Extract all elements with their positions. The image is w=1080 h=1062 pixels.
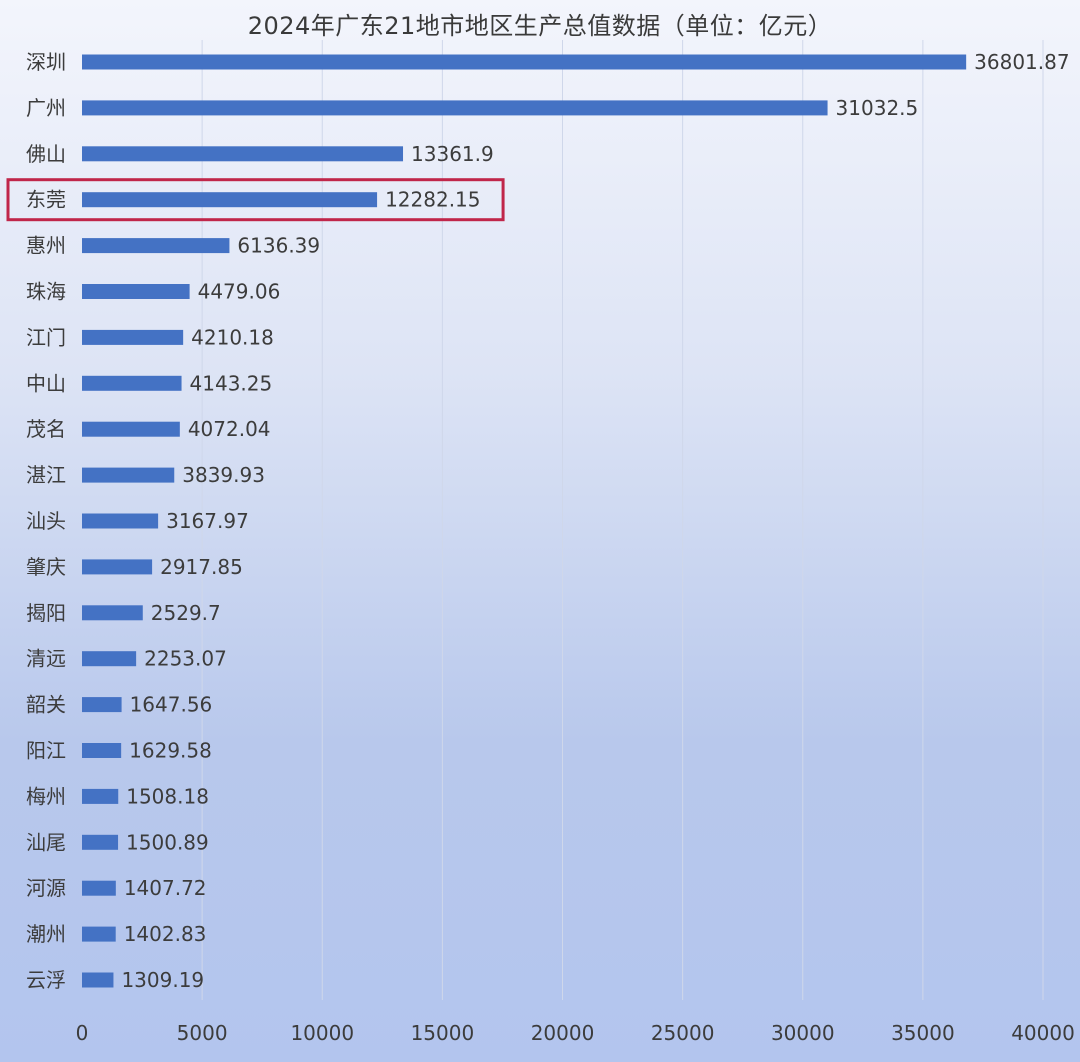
- bar: [82, 743, 122, 758]
- bar: [82, 651, 137, 667]
- category-label: 湛江: [26, 463, 66, 487]
- value-label: 1629.58: [129, 739, 212, 763]
- category-label: 潮州: [26, 922, 66, 946]
- x-tick-label: 25000: [651, 1021, 715, 1045]
- bar: [82, 972, 114, 988]
- value-label: 1407.72: [124, 876, 207, 900]
- x-tick-label: 35000: [891, 1021, 955, 1045]
- category-label: 广州: [26, 96, 66, 120]
- bar: [82, 146, 404, 162]
- bar: [82, 375, 182, 391]
- category-label: 揭阳: [26, 601, 66, 625]
- value-label: 13361.9: [411, 142, 494, 166]
- value-label: 12282.15: [385, 188, 480, 212]
- category-label: 肇庆: [26, 555, 66, 579]
- bar: [82, 559, 153, 575]
- value-label: 3839.93: [182, 463, 265, 487]
- value-label: 4072.04: [188, 417, 271, 441]
- category-label: 汕头: [26, 509, 66, 533]
- category-label: 江门: [26, 325, 66, 349]
- value-label: 1402.83: [124, 922, 207, 946]
- category-label: 韶关: [26, 693, 66, 717]
- value-label: 4479.06: [198, 280, 281, 304]
- bar: [82, 192, 378, 208]
- x-tick-label: 20000: [531, 1021, 595, 1045]
- value-label: 1500.89: [126, 830, 209, 854]
- value-label: 36801.87: [974, 50, 1069, 74]
- category-label: 清远: [26, 647, 66, 671]
- value-label: 2529.7: [151, 601, 221, 625]
- value-label: 3167.97: [166, 509, 249, 533]
- bar: [82, 834, 119, 850]
- value-label: 2253.07: [144, 647, 227, 671]
- value-label: 1309.19: [121, 968, 204, 992]
- x-tick-label: 0: [76, 1021, 89, 1045]
- x-tick-label: 5000: [177, 1021, 228, 1045]
- category-label: 茂名: [26, 417, 66, 441]
- bar: [82, 880, 116, 896]
- x-tick-label: 30000: [771, 1021, 835, 1045]
- category-label: 佛山: [26, 142, 66, 166]
- x-tick-label: 40000: [1011, 1021, 1075, 1045]
- category-label: 梅州: [26, 784, 66, 808]
- category-label: 云浮: [26, 968, 66, 992]
- category-label: 河源: [26, 876, 66, 900]
- category-label: 中山: [26, 371, 66, 395]
- value-label: 31032.5: [836, 96, 919, 120]
- bar: [82, 238, 230, 254]
- bar: [82, 421, 180, 437]
- bar: [82, 697, 122, 713]
- value-label: 6136.39: [237, 234, 320, 258]
- bar: [82, 513, 159, 529]
- category-label: 珠海: [26, 280, 66, 304]
- value-label: 1508.18: [126, 784, 209, 808]
- bar: [82, 467, 175, 483]
- bar: [82, 284, 190, 299]
- category-label: 汕尾: [26, 830, 66, 854]
- value-label: 4210.18: [191, 325, 274, 349]
- value-label: 2917.85: [160, 555, 243, 579]
- category-label: 惠州: [26, 234, 66, 258]
- value-label: 4143.25: [190, 371, 273, 395]
- category-label: 东莞: [26, 188, 66, 212]
- category-label: 深圳: [26, 50, 66, 74]
- value-label: 1647.56: [130, 693, 213, 717]
- bar: [82, 329, 184, 345]
- x-tick-label: 10000: [290, 1021, 354, 1045]
- category-label: 阳江: [26, 739, 66, 763]
- chart-container: 2024年广东21地市地区生产总值数据（单位：亿元） 0 5000 10000 150…: [0, 0, 1080, 1062]
- bar: [82, 605, 143, 621]
- x-tick-label: 15000: [411, 1021, 475, 1045]
- bar-chart: 0 5000 10000 15000 20000 25000 30000 35000 40000…: [6, 40, 1075, 1045]
- bar: [82, 926, 116, 942]
- bar: [82, 788, 119, 804]
- bar: [82, 54, 967, 70]
- bar: [82, 100, 828, 116]
